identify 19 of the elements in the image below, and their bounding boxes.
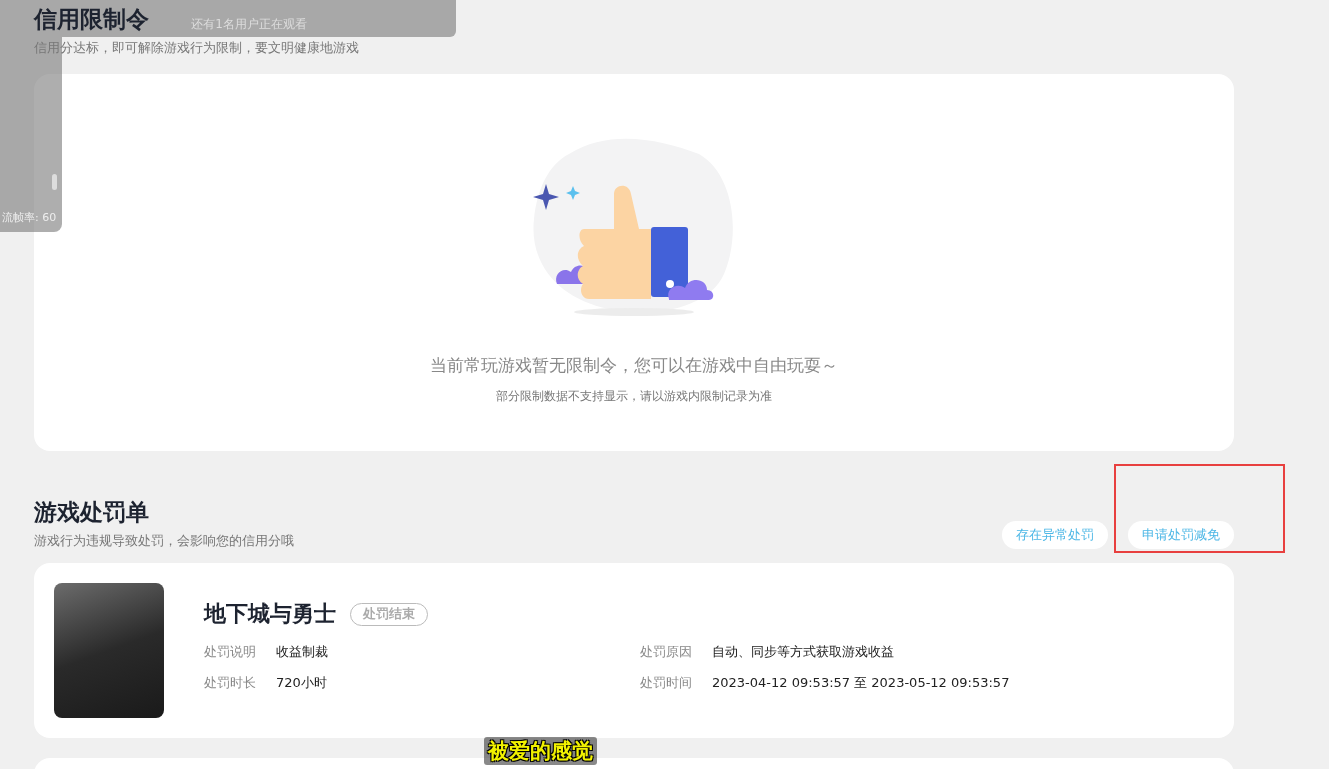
section-title: 信用限制令	[34, 5, 149, 34]
field-label: 处罚时长	[204, 674, 257, 691]
video-caption: 被爱的感觉	[484, 737, 597, 765]
action-button[interactable]: 存在异常处罚	[1002, 521, 1108, 549]
game-name: 地下城与勇士	[204, 600, 336, 628]
empty-note: 部分限制数据不支持显示，请以游戏内限制记录为准	[496, 389, 772, 404]
frame-rate-text: 流帧率: 60	[2, 210, 57, 225]
section-subtitle: 游戏行为违规导致处罚，会影响您的信用分哦	[34, 533, 294, 549]
action-button[interactable]: 申请处罚减免	[1128, 521, 1234, 549]
field-label: 处罚时间	[640, 674, 693, 691]
field-value: 收益制裁	[276, 643, 328, 660]
field-value: 2023-04-12 09:53:57 至 2023-05-12 09:53:57	[712, 674, 1010, 691]
field-label: 处罚原因	[640, 643, 693, 660]
field-value: 自动、同步等方式获取游戏收益	[712, 643, 894, 660]
field-value: 720小时	[276, 674, 327, 691]
scroll-handle[interactable]	[52, 174, 57, 190]
field-label: 处罚说明	[204, 643, 257, 660]
section-title: 游戏处罚单	[34, 498, 149, 527]
empty-message: 当前常玩游戏暂无限制令，您可以在游戏中自由玩耍～	[430, 354, 838, 377]
